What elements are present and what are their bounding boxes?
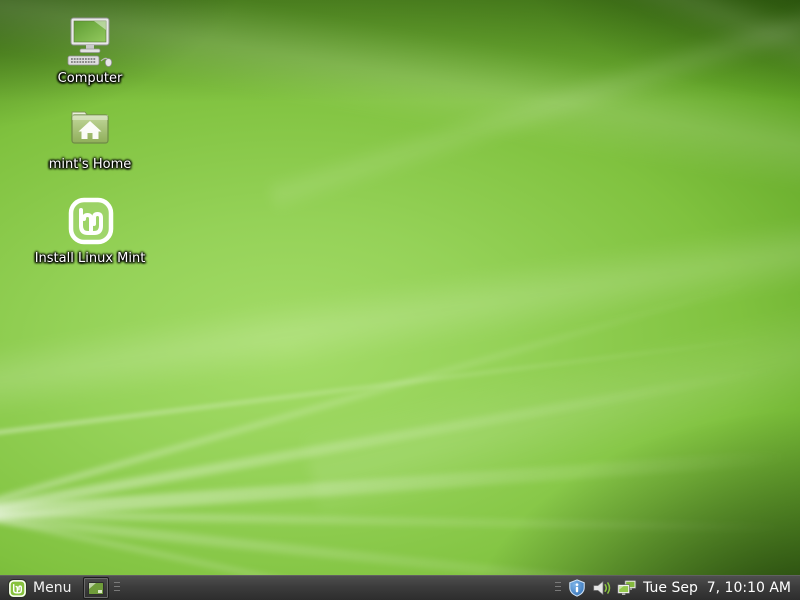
mint-menu-icon — [8, 579, 27, 598]
light-ray — [0, 344, 800, 514]
light-ray — [0, 247, 800, 506]
window-list-handle[interactable] — [114, 582, 121, 594]
mint-logo-icon — [64, 196, 116, 248]
desktop-icon-install[interactable]: Install Linux Mint — [38, 196, 142, 266]
desktop-icon-label: mint's Home — [49, 158, 131, 172]
light-ray — [0, 320, 800, 436]
computer-icon — [64, 16, 116, 68]
light-ray — [0, 510, 800, 534]
wallpaper — [0, 0, 800, 600]
light-streak — [266, 0, 800, 214]
menu-button[interactable]: Menu — [5, 576, 77, 600]
light-ray — [0, 442, 800, 520]
show-desktop-button[interactable] — [83, 577, 109, 599]
show-desktop-icon — [88, 582, 104, 595]
menu-label: Menu — [33, 580, 71, 596]
network-icon[interactable] — [617, 578, 637, 598]
desktop-icon-home[interactable]: mint's Home — [38, 102, 142, 172]
clock[interactable]: Tue Sep 7, 10:10 AM — [643, 580, 791, 596]
tray-handle[interactable] — [555, 582, 562, 594]
desktop-icon-label: Install Linux Mint — [35, 252, 146, 266]
system-tray — [567, 578, 637, 598]
light-streak — [300, 235, 800, 526]
desktop-icon-label: Computer — [58, 72, 123, 86]
home-folder-icon — [64, 102, 116, 154]
taskbar: Menu — [0, 575, 800, 600]
volume-icon[interactable] — [592, 578, 612, 598]
desktop-icon-computer[interactable]: Computer — [38, 16, 142, 86]
light-streak — [127, 0, 800, 175]
update-manager-shield-icon[interactable] — [567, 578, 587, 598]
